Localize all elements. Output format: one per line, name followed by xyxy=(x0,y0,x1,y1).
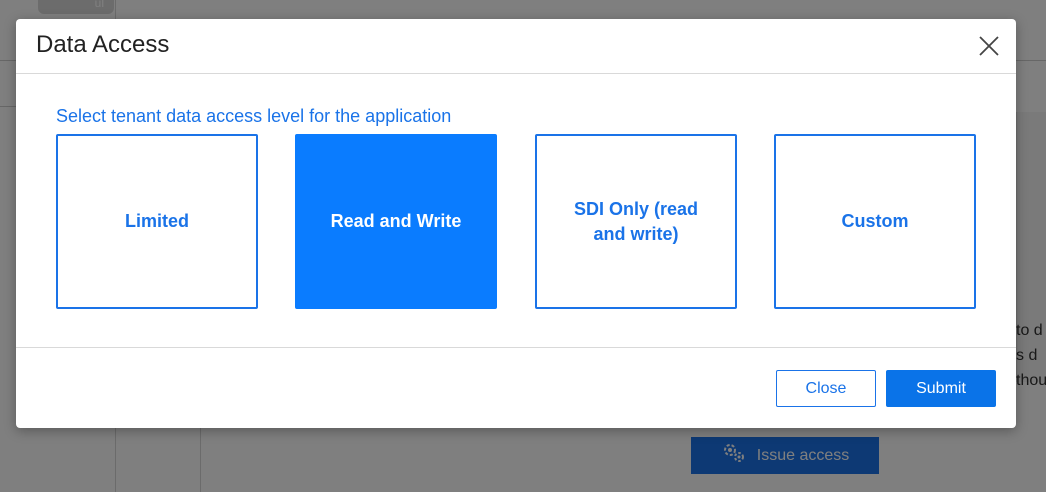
option-limited[interactable]: Limited xyxy=(56,134,258,309)
submit-button[interactable]: Submit xyxy=(886,370,996,407)
data-access-modal: Data Access Select tenant data access le… xyxy=(16,19,1016,428)
option-label: Read and Write xyxy=(330,211,462,231)
close-icon[interactable] xyxy=(978,35,1000,57)
access-level-prompt: Select tenant data access level for the … xyxy=(56,106,452,126)
modal-footer: Close Submit xyxy=(16,349,1016,428)
modal-body: Select tenant data access level for the … xyxy=(16,74,1016,348)
option-label: Limited xyxy=(124,211,189,231)
option-custom[interactable]: Custom xyxy=(774,134,976,309)
modal-title: Data Access xyxy=(36,31,170,58)
close-button[interactable]: Close xyxy=(776,370,876,407)
option-sdi-only[interactable]: SDI Only (read and write) xyxy=(535,134,737,309)
option-read-and-write[interactable]: Read and Write xyxy=(295,134,497,309)
modal-header: Data Access xyxy=(16,19,1016,74)
option-label: SDI Only (read and write) xyxy=(573,198,699,244)
option-label: Custom xyxy=(841,211,909,231)
